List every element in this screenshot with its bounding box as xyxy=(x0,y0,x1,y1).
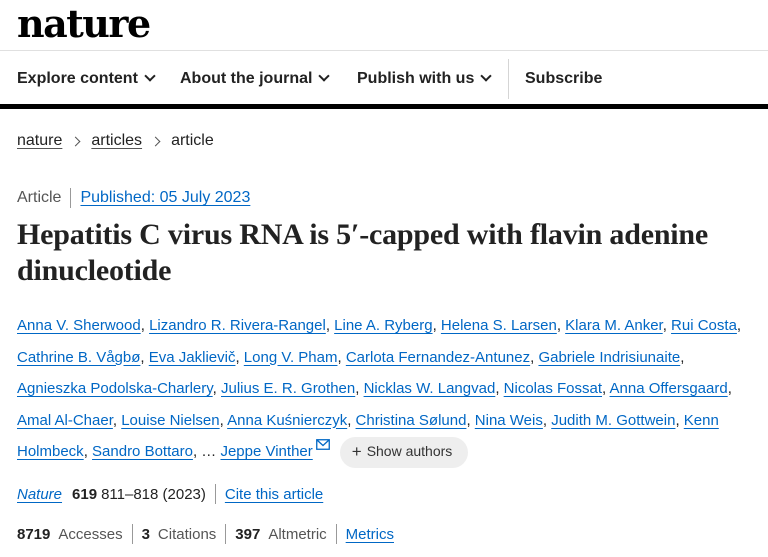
chevron-right-icon xyxy=(150,136,161,146)
author-link[interactable]: Nina Weis xyxy=(475,412,543,429)
cite-this-article-link[interactable]: Cite this article xyxy=(225,486,323,503)
author-link[interactable]: Louise Nielsen xyxy=(121,412,219,429)
altmetric-score: 397 xyxy=(235,525,261,543)
header-rule xyxy=(0,104,768,109)
divider xyxy=(225,524,227,544)
author-link[interactable]: Nicolas Fossat xyxy=(504,380,602,397)
chevron-right-icon xyxy=(70,136,81,146)
authors-ellipsis: … xyxy=(201,443,217,460)
author-link[interactable]: Klara M. Anker xyxy=(565,317,663,334)
chevron-down-icon xyxy=(480,70,493,82)
divider xyxy=(214,484,216,504)
main-nav: Explore content About the journal Publis… xyxy=(0,50,768,106)
mail-icon[interactable] xyxy=(315,439,330,450)
accesses-count: 8719 xyxy=(17,525,51,543)
author-link[interactable]: Eva Jaklievič xyxy=(149,349,236,366)
chevron-down-icon xyxy=(144,70,156,82)
author-link[interactable]: Amal Al-Chaer xyxy=(17,412,113,429)
article-type: Article xyxy=(17,188,72,208)
nav-divider xyxy=(508,59,509,99)
metrics-line: 8719 Accesses 3 Citations 397 Altmetric … xyxy=(17,524,394,544)
author-link[interactable]: Long V. Pham xyxy=(244,349,338,366)
breadcrumb: nature articles article xyxy=(17,132,214,150)
published-date-link[interactable]: Published: 05 July 2023 xyxy=(80,189,250,207)
author-list: Anna V. Sherwood, Lizandro R. Rivera-Ran… xyxy=(17,310,762,468)
breadcrumb-nature[interactable]: nature xyxy=(17,132,62,150)
show-authors-label: Show authors xyxy=(366,443,453,460)
citations-label: Citations xyxy=(157,525,217,543)
nav-publish-with-us[interactable]: Publish with us xyxy=(357,69,493,88)
show-authors-button[interactable]: + Show authors xyxy=(339,436,469,468)
author-link[interactable]: Julius E. R. Grothen xyxy=(221,380,355,397)
corresponding-author-link[interactable]: Jeppe Vinther xyxy=(220,443,312,460)
breadcrumb-articles[interactable]: articles xyxy=(91,132,142,150)
divider xyxy=(131,524,133,544)
altmetric-label: Altmetric xyxy=(268,525,327,543)
nav-item-label: About the journal xyxy=(180,69,313,87)
author-link[interactable]: Judith M. Gottwein xyxy=(551,412,675,429)
author-link[interactable]: Anna Kuśnierczyk xyxy=(227,412,347,429)
author-link[interactable]: Nicklas W. Langvad xyxy=(364,380,496,397)
author-link[interactable]: Rui Costa xyxy=(671,317,737,334)
plus-icon: + xyxy=(351,442,362,462)
article-title: Hepatitis C virus RNA is 5′-capped with … xyxy=(17,218,709,287)
article-meta: Article Published: 05 July 2023 xyxy=(17,188,250,208)
author-link[interactable]: Christina Sølund xyxy=(356,412,467,429)
nav-item-label: Publish with us xyxy=(357,69,475,87)
subscribe-link[interactable]: Subscribe xyxy=(525,70,602,88)
breadcrumb-current: article xyxy=(171,132,214,149)
nav-explore-content[interactable]: Explore content xyxy=(17,69,156,88)
pages-year: 811–818 (2023) xyxy=(101,485,206,503)
author-link[interactable]: Helena S. Larsen xyxy=(441,317,557,334)
author-link[interactable]: Anna V. Sherwood xyxy=(17,317,141,334)
accesses-label: Accesses xyxy=(58,525,123,543)
author-link[interactable]: Agnieszka Podolska-Charlery xyxy=(17,380,213,397)
author-link[interactable]: Gabriele Indrisiunaite xyxy=(538,349,680,366)
chevron-down-icon xyxy=(318,70,331,82)
author-link[interactable]: Sandro Bottaro xyxy=(92,443,193,460)
citation-line: Nature 619 811–818 (2023) Cite this arti… xyxy=(17,484,323,504)
author-link[interactable]: Anna Offersgaard xyxy=(610,380,728,397)
author-link[interactable]: Carlota Fernandez-Antunez xyxy=(346,349,530,366)
divider xyxy=(335,524,337,544)
author-link[interactable]: Line A. Ryberg xyxy=(334,317,432,334)
author-link[interactable]: Lizandro R. Rivera-Rangel xyxy=(149,317,326,334)
volume: 619 xyxy=(72,485,98,503)
metrics-link[interactable]: Metrics xyxy=(346,526,394,543)
nav-about-journal[interactable]: About the journal xyxy=(180,69,331,88)
nature-logo[interactable]: nature xyxy=(17,4,151,44)
nav-item-label: Explore content xyxy=(17,69,138,87)
header-logo-bar: nature xyxy=(0,0,768,50)
journal-link[interactable]: Nature xyxy=(17,486,62,503)
author-link[interactable]: Cathrine B. Vågbø xyxy=(17,349,140,366)
citations-count: 3 xyxy=(141,525,150,543)
